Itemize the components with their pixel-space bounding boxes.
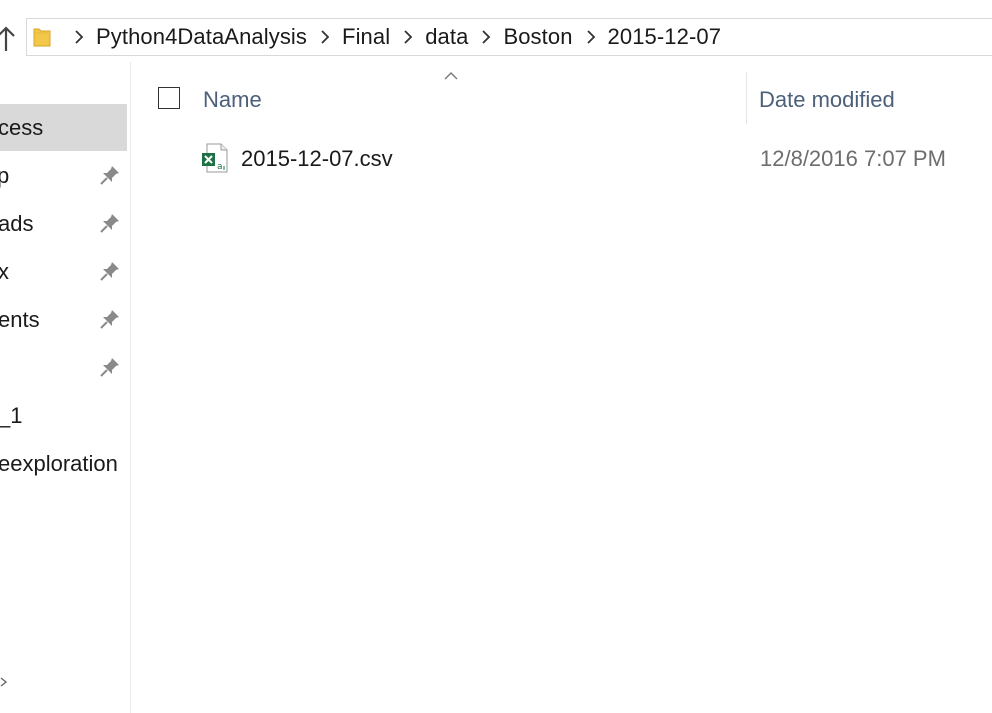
- sidebar-item-quick-access[interactable]: cess: [0, 104, 127, 151]
- excel-csv-icon: a: [201, 142, 229, 174]
- breadcrumb-item-data[interactable]: data: [425, 24, 468, 50]
- pin-icon[interactable]: [99, 212, 121, 234]
- file-list-pane: Name Date modified a 2015-12-07.csv 12/8…: [131, 62, 992, 713]
- file-explorer-window: Python4DataAnalysis Final data Boston 20…: [0, 0, 992, 713]
- sidebar-item-label: cess: [0, 114, 44, 140]
- breadcrumb-item-python4dataanalysis[interactable]: Python4DataAnalysis: [96, 24, 307, 50]
- svg-text:a: a: [217, 162, 223, 172]
- expand-caret-icon[interactable]: [0, 674, 8, 690]
- chevron-right-icon[interactable]: [396, 27, 420, 47]
- breadcrumb: Python4DataAnalysis Final data Boston 20…: [61, 24, 721, 50]
- sidebar-item-pinned-3[interactable]: x: [0, 248, 127, 295]
- file-row[interactable]: a 2015-12-07.csv 12/8/2016 7:07 PM: [191, 138, 992, 182]
- file-date-modified: 12/8/2016 7:07 PM: [760, 146, 946, 171]
- sidebar-item-label: p: [0, 163, 9, 189]
- chevron-right-icon[interactable]: [67, 27, 91, 47]
- sidebar-item-folder-1[interactable]: _1: [0, 392, 127, 439]
- sidebar-item-label: ads: [0, 210, 34, 236]
- chevron-right-icon[interactable]: [579, 27, 603, 47]
- pin-icon[interactable]: [99, 308, 121, 330]
- sidebar-item-label: _1: [0, 402, 23, 428]
- breadcrumb-item-final[interactable]: Final: [342, 24, 390, 50]
- sidebar-item-label: eexploration: [0, 450, 118, 476]
- column-header-name[interactable]: Name: [203, 87, 262, 113]
- chevron-right-icon[interactable]: [313, 27, 337, 47]
- breadcrumb-item-boston[interactable]: Boston: [503, 24, 572, 50]
- column-header-date-modified[interactable]: Date modified: [759, 87, 895, 113]
- chevron-right-icon[interactable]: [474, 27, 498, 47]
- select-all-checkbox[interactable]: [158, 87, 180, 109]
- sidebar-item-downloads[interactable]: ads: [0, 200, 127, 247]
- sidebar-item-pinned-5[interactable]: [0, 344, 127, 391]
- sidebar-item-documents[interactable]: ents: [0, 296, 127, 343]
- pin-icon[interactable]: [99, 260, 121, 282]
- sidebar-item-label: x: [0, 259, 9, 285]
- address-bar[interactable]: Python4DataAnalysis Final data Boston 20…: [26, 18, 992, 56]
- file-name: 2015-12-07.csv: [241, 146, 393, 171]
- column-header-row: Name Date modified: [131, 72, 992, 128]
- breadcrumb-item-current-folder[interactable]: 2015-12-07: [608, 24, 722, 50]
- sidebar-item-exploration[interactable]: eexploration: [0, 440, 127, 487]
- pin-icon[interactable]: [99, 356, 121, 378]
- up-arrow-icon[interactable]: [0, 26, 16, 52]
- sidebar-item-label: ents: [0, 306, 40, 332]
- pin-icon[interactable]: [99, 164, 121, 186]
- navigation-pane: cess p ads x: [0, 62, 131, 713]
- column-divider[interactable]: [746, 72, 747, 124]
- address-toolbar: Python4DataAnalysis Final data Boston 20…: [0, 0, 992, 62]
- folder-icon: [33, 26, 55, 48]
- sidebar-item-pinned-1[interactable]: p: [0, 152, 127, 199]
